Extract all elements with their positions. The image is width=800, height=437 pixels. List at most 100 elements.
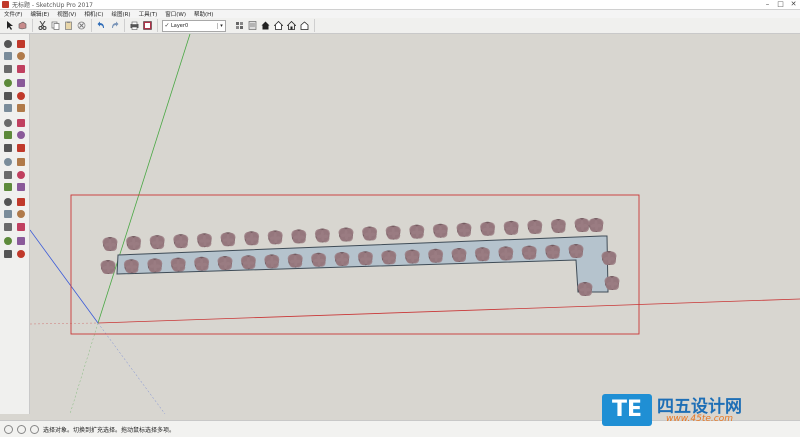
text-icon[interactable] (15, 169, 26, 180)
offset-icon[interactable] (15, 142, 26, 153)
tree-icon (267, 230, 283, 245)
main-toolbar: ✓ Layer0 ▾ (0, 18, 800, 34)
tree-canopy-part (434, 254, 443, 263)
tree-icon (311, 252, 327, 267)
info-icon[interactable] (4, 424, 13, 434)
erase-icon[interactable] (76, 20, 87, 31)
model-info-icon[interactable] (142, 20, 153, 31)
previous-view-icon[interactable] (15, 221, 26, 232)
menu-edit[interactable]: 编辑(E) (26, 10, 53, 18)
move-icon[interactable] (2, 117, 13, 128)
position-camera-icon[interactable] (2, 236, 13, 247)
tree-icon (428, 248, 444, 263)
tree-icon (577, 282, 593, 296)
rotate-icon[interactable] (2, 130, 13, 141)
menu-camera[interactable]: 相机(C) (80, 10, 107, 18)
red-axis-line (97, 298, 800, 324)
tree-canopy-part (341, 258, 349, 266)
menu-draw[interactable]: 绘图(R) (107, 10, 134, 18)
axes-icon-glyph (3, 183, 12, 191)
zoom-window-icon[interactable] (15, 209, 26, 220)
title-bar: 无标题 - SketchUp Pro 2017 – □ ✕ (0, 0, 800, 10)
follow-me-icon[interactable] (15, 130, 26, 141)
blue-axis-line (30, 229, 99, 324)
close-button[interactable]: ✕ (787, 0, 800, 9)
freehand-icon[interactable] (15, 63, 26, 74)
model-viewport[interactable] (30, 34, 800, 414)
scene-canvas[interactable] (30, 34, 800, 414)
freehand-icon-glyph (16, 64, 25, 73)
line-icon[interactable] (2, 63, 13, 74)
zoom-icon[interactable] (2, 209, 13, 220)
minimize-button[interactable]: – (761, 0, 774, 9)
layer-dropdown[interactable]: ✓ Layer0 ▾ (162, 19, 226, 32)
components-icon[interactable] (247, 20, 258, 31)
tree-canopy-part (321, 234, 330, 243)
tree-canopy-part (481, 253, 490, 262)
select-icon[interactable] (4, 20, 15, 31)
polygon-icon[interactable] (15, 90, 26, 101)
push-pull-icon[interactable] (15, 117, 26, 128)
axes-icon[interactable] (2, 182, 13, 193)
maximize-button[interactable]: □ (774, 0, 787, 9)
paint-bucket-icon[interactable] (2, 51, 13, 62)
tree-canopy-part (132, 242, 141, 251)
arc-icon[interactable] (2, 103, 13, 114)
dimension-icon[interactable] (15, 157, 26, 168)
pie-icon[interactable] (15, 103, 26, 114)
orbit-icon[interactable] (2, 196, 13, 207)
tape-measure-icon[interactable] (2, 157, 13, 168)
undo-icon[interactable] (96, 20, 107, 31)
rotated-rectangle-icon[interactable] (15, 78, 26, 89)
eraser-icon-glyph (16, 52, 25, 60)
menu-help[interactable]: 帮助(H) (190, 10, 217, 18)
tree-icon (521, 245, 537, 260)
layer-icon[interactable] (234, 20, 245, 31)
protractor-icon[interactable] (2, 169, 13, 180)
3d-warehouse-icon[interactable] (260, 20, 271, 31)
tree-canopy-part (250, 237, 259, 246)
tree-canopy-part (177, 263, 186, 272)
tree-icon (474, 247, 490, 262)
watermark-url: www.45te.com (666, 414, 733, 424)
paste-icon[interactable] (63, 20, 74, 31)
pan-icon[interactable] (15, 196, 26, 207)
component-tool-icon[interactable] (15, 38, 26, 49)
geo-location-icon[interactable] (17, 424, 26, 434)
site-watermark: TE 四五设计网 www.45te.com (602, 392, 792, 430)
scale-icon[interactable] (2, 142, 13, 153)
menu-window[interactable]: 窗口(W) (161, 10, 190, 18)
zoom-window-icon-glyph (16, 210, 25, 218)
cut-icon[interactable] (37, 20, 48, 31)
home-icon[interactable] (273, 20, 284, 31)
select-tool-icon[interactable] (2, 38, 13, 49)
eraser-icon[interactable] (15, 51, 26, 62)
menu-view[interactable]: 视图(V) (53, 10, 80, 18)
tree-icon (568, 244, 584, 258)
tree-canopy-part (608, 257, 616, 265)
house-icon[interactable] (299, 20, 310, 31)
menu-tools[interactable]: 工具(T) (135, 10, 162, 18)
circle-icon[interactable] (2, 90, 13, 101)
look-around-icon[interactable] (2, 248, 13, 259)
tree-canopy-part (200, 262, 209, 271)
menu-file[interactable]: 文件(F) (0, 10, 26, 18)
toolbar-group-history (92, 19, 125, 32)
3d-text-icon[interactable] (15, 182, 26, 193)
redo-icon[interactable] (109, 20, 120, 31)
line-icon-glyph (3, 64, 12, 73)
toolbar-group-edit (33, 19, 92, 32)
section-plane-icon[interactable] (15, 248, 26, 259)
tree-icon (503, 220, 519, 235)
print-icon[interactable] (129, 20, 140, 31)
component-icon[interactable] (17, 20, 28, 31)
rectangle-icon[interactable] (2, 78, 13, 89)
tree-canopy-part (595, 224, 603, 232)
zoom-extents-icon[interactable] (2, 221, 13, 232)
section-plane-icon-glyph (16, 249, 25, 258)
copy-icon[interactable] (50, 20, 61, 31)
credits-icon[interactable] (30, 424, 39, 434)
walk-icon[interactable] (15, 236, 26, 247)
select-tool-icon-glyph (3, 39, 12, 48)
house-outline-icon[interactable] (286, 20, 297, 31)
